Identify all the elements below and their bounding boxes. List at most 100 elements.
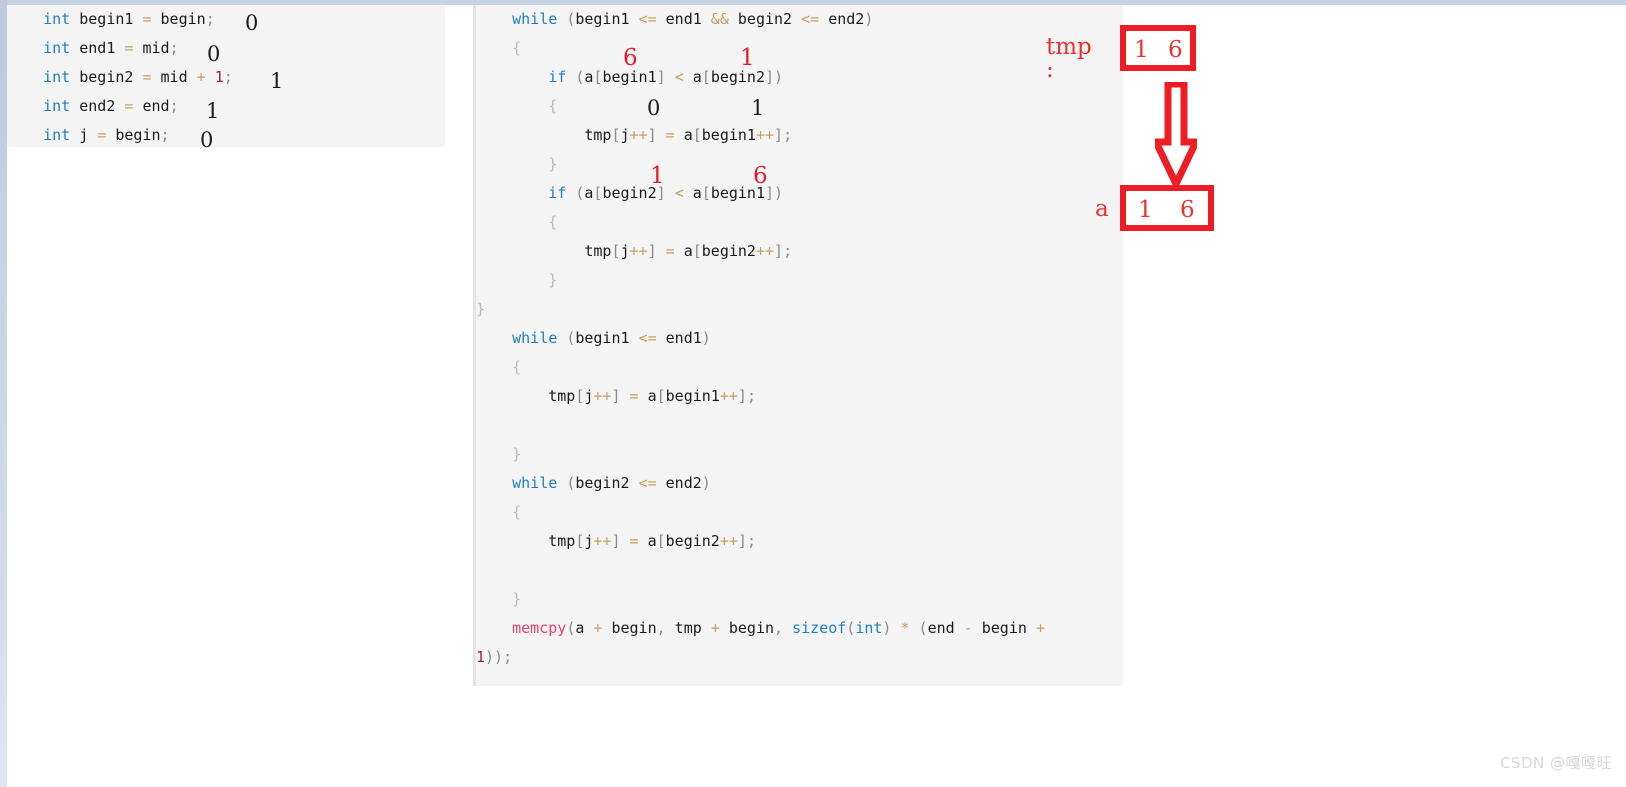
code-token: sizeof xyxy=(792,619,847,637)
code-token: [ xyxy=(692,242,702,260)
code-token: ++ xyxy=(755,242,775,260)
code-token: while xyxy=(512,10,558,28)
code-token: a xyxy=(638,387,657,405)
code-token: int xyxy=(855,619,883,637)
code-line: int begin1 = begin; xyxy=(7,5,445,34)
code-token: ; xyxy=(783,126,793,144)
code-token: begin1 xyxy=(665,387,720,405)
code-token: ++ xyxy=(629,126,648,144)
code-token: end xyxy=(927,619,964,637)
code-line: { xyxy=(476,353,1123,382)
code-line: tmp[j++] = a[begin2++]; xyxy=(476,527,1123,556)
page-left-strip xyxy=(0,0,7,787)
tmp-array-cell: 1 xyxy=(1134,37,1149,63)
code-line: int j = begin; xyxy=(7,121,445,150)
code-token: begin2 xyxy=(575,474,639,492)
tmp-array-label: tmp : xyxy=(1046,34,1092,83)
code-token: while xyxy=(512,474,558,492)
code-token: = xyxy=(97,126,107,144)
code-token: end1 xyxy=(70,39,125,57)
code-token: ++ xyxy=(755,126,775,144)
code-token: ] xyxy=(647,242,657,260)
code-line: } xyxy=(476,150,1123,179)
code-token: begin1 xyxy=(701,126,756,144)
code-token: [ xyxy=(692,126,702,144)
code-token: begin1 xyxy=(602,68,657,86)
code-token: ( xyxy=(566,329,576,347)
code-line: while (begin1 <= end1 && begin2 <= end2) xyxy=(476,5,1123,34)
code-token: ] xyxy=(647,126,657,144)
code-token: ; xyxy=(160,126,170,144)
code-token: } xyxy=(548,271,558,289)
code-token: = xyxy=(665,242,675,260)
code-token: [ xyxy=(611,126,621,144)
code-token: , xyxy=(656,619,666,637)
code-token: = xyxy=(629,532,639,550)
code-token: <= xyxy=(801,10,820,28)
code-token: begin2 xyxy=(70,68,143,86)
code-token: j xyxy=(70,126,98,144)
code-token: begin xyxy=(719,619,775,637)
a-array-box: 16 xyxy=(1120,185,1214,231)
code-block-left[interactable]: int begin1 = begin; int end1 = mid; int … xyxy=(7,5,445,147)
code-token: int xyxy=(43,97,71,115)
code-token: begin2 xyxy=(665,532,720,550)
tmp-array-box: 16 xyxy=(1120,25,1196,71)
code-token: } xyxy=(476,300,486,318)
code-token: + xyxy=(710,619,720,637)
code-token: = xyxy=(665,126,675,144)
code-token: <= xyxy=(638,10,657,28)
code-token: <= xyxy=(638,474,657,492)
code-token: end xyxy=(133,97,170,115)
code-token: begin xyxy=(972,619,1036,637)
code-token: tmp xyxy=(665,619,711,637)
code-block-right[interactable]: while (begin1 <= end1 && begin2 <= end2)… xyxy=(473,5,1123,686)
code-token: [ xyxy=(701,68,711,86)
code-token: int xyxy=(43,10,71,28)
code-token: begin2 xyxy=(710,68,765,86)
code-token: { xyxy=(548,97,558,115)
code-token: j xyxy=(620,242,630,260)
code-token: tmp xyxy=(548,387,576,405)
code-line: { xyxy=(476,208,1123,237)
code-token: begin1 xyxy=(575,329,639,347)
code-token: { xyxy=(512,39,522,57)
code-token: ) xyxy=(701,474,711,492)
code-token: [ xyxy=(611,242,621,260)
code-token: } xyxy=(548,155,558,173)
code-token: ] xyxy=(656,68,666,86)
code-token: begin2 xyxy=(701,242,756,260)
code-token: ] xyxy=(611,532,621,550)
code-line: tmp[j++] = a[begin1++]; xyxy=(476,121,1123,150)
code-token: ) xyxy=(864,10,874,28)
code-token: = xyxy=(142,68,152,86)
code-token: )) xyxy=(485,648,504,666)
code-token: ; xyxy=(746,532,756,550)
code-line: { xyxy=(476,34,1123,63)
code-token: begin1 xyxy=(710,184,765,202)
code-line: tmp[j++] = a[begin2++]; xyxy=(476,237,1123,266)
code-token: ( xyxy=(566,474,576,492)
code-token: tmp xyxy=(548,532,576,550)
code-line: } xyxy=(476,266,1123,295)
